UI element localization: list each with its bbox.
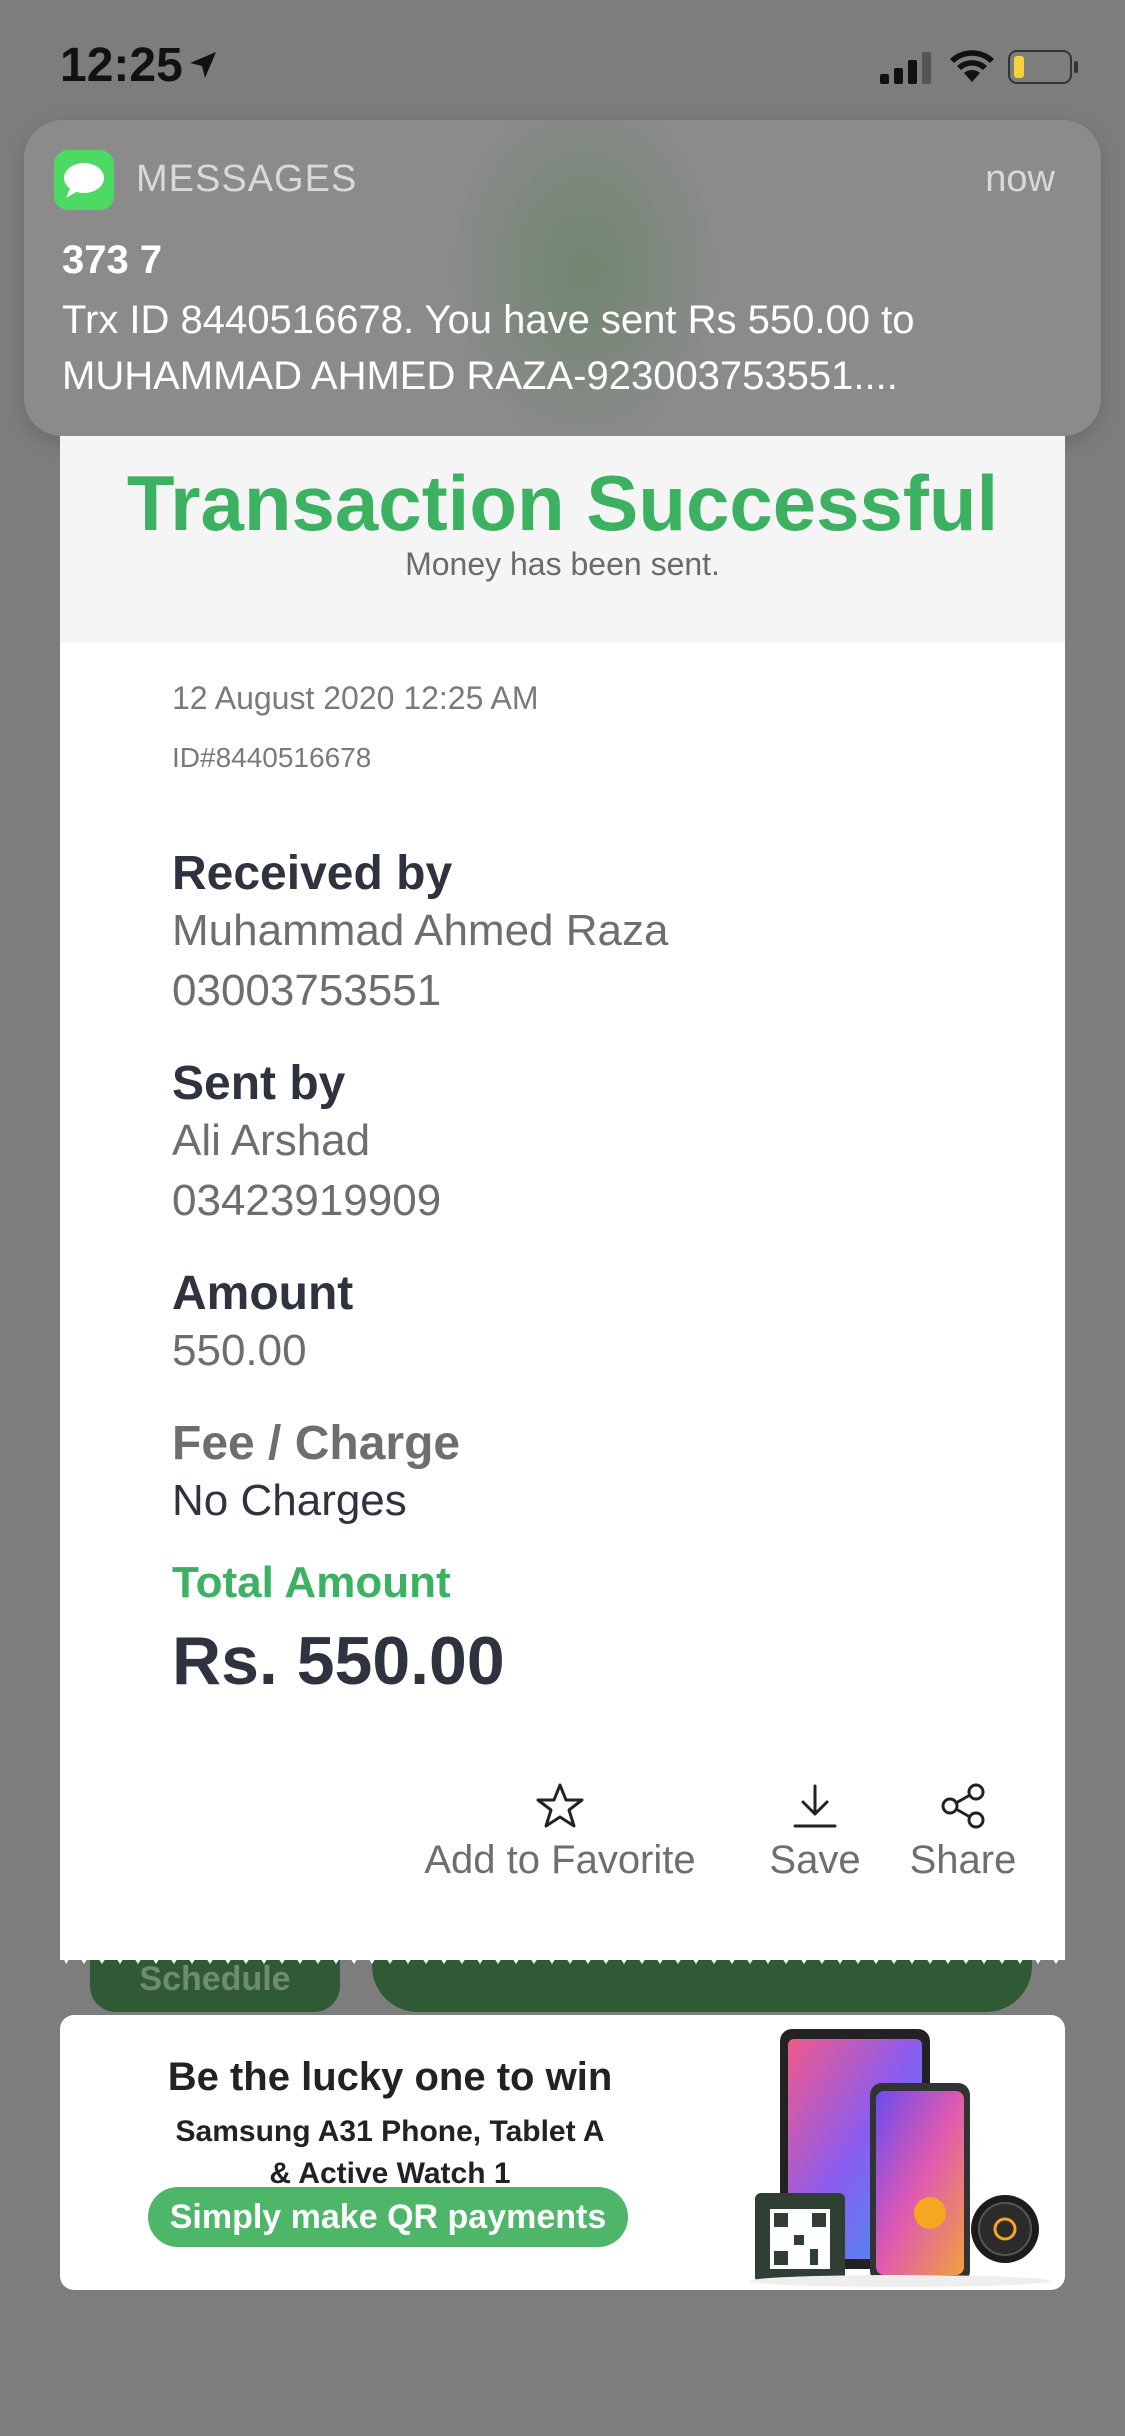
received-by-label: Received by: [172, 847, 453, 900]
battery-icon: [1008, 50, 1078, 84]
notification-sender: 373 7: [62, 238, 163, 282]
notification-body-line-2: MUHAMMAD AHMED RAZA-923003753551....: [62, 354, 898, 398]
success-subtitle: Money has been sent.: [405, 546, 720, 582]
sent-by-number: 03423919909: [172, 1176, 442, 1225]
sent-by-name: Ali Arshad: [172, 1116, 371, 1165]
amount-label: Amount: [172, 1267, 354, 1320]
save-button[interactable]: Save: [740, 1782, 890, 1883]
cellular-signal-icon: [880, 52, 931, 84]
receipt-header: Transaction Successful Money has been se…: [60, 436, 1065, 642]
messages-app-icon: [54, 150, 114, 210]
share-icon: [941, 1783, 985, 1829]
transaction-id: ID#8440516678: [172, 742, 372, 773]
notification-time: now: [985, 158, 1055, 200]
add-to-favorite-label: Add to Favorite: [424, 1838, 696, 1882]
share-label: Share: [909, 1838, 1017, 1882]
banner-headline: Be the lucky one to win: [167, 2055, 613, 2099]
total-amount-value: Rs. 550.00: [172, 1623, 505, 1699]
promo-banner[interactable]: Be the lucky one to win Samsung A31 Phon…: [60, 2015, 1065, 2290]
download-icon: [793, 1784, 837, 1828]
location-arrow-icon: [190, 52, 216, 78]
amount-value: 550.00: [172, 1326, 307, 1375]
fee-label: Fee / Charge: [172, 1417, 461, 1470]
notification-body-line-1: Trx ID 8440516678. You have sent Rs 550.…: [62, 298, 915, 342]
message-notification[interactable]: MESSAGES now 373 7 Trx ID 8440516678. Yo…: [24, 120, 1101, 436]
banner-line-2: Samsung A31 Phone, Tablet A: [175, 2115, 605, 2148]
receipt-torn-edge: [60, 1950, 1065, 1964]
receipt-body: 12 August 2020 12:25 AM ID#8440516678 Re…: [60, 642, 1065, 1960]
received-by-name: Muhammad Ahmed Raza: [172, 906, 669, 955]
devices-promo-image: [750, 2029, 1050, 2287]
transaction-date: 12 August 2020 12:25 AM: [172, 680, 539, 716]
banner-line-3: & Active Watch 1: [269, 2157, 511, 2190]
save-label: Save: [769, 1838, 861, 1882]
status-time: 12:25: [60, 39, 183, 92]
sent-by-label: Sent by: [172, 1057, 346, 1110]
star-icon: [536, 1783, 584, 1828]
notification-body: Trx ID 8440516678. You have sent Rs 550.…: [62, 292, 1072, 404]
banner-cta-button[interactable]: Simply make QR payments: [148, 2187, 628, 2247]
received-by-number: 03003753551: [172, 966, 442, 1015]
fee-value: No Charges: [172, 1476, 407, 1525]
wifi-icon: [950, 50, 994, 82]
total-amount-label: Total Amount: [172, 1558, 451, 1607]
add-to-favorite-button[interactable]: Add to Favorite: [410, 1782, 710, 1883]
share-button[interactable]: Share: [888, 1782, 1038, 1883]
notification-app-name: MESSAGES: [136, 158, 358, 200]
success-title: Transaction Successful: [126, 459, 999, 547]
status-bar: 12:25: [0, 0, 1125, 140]
